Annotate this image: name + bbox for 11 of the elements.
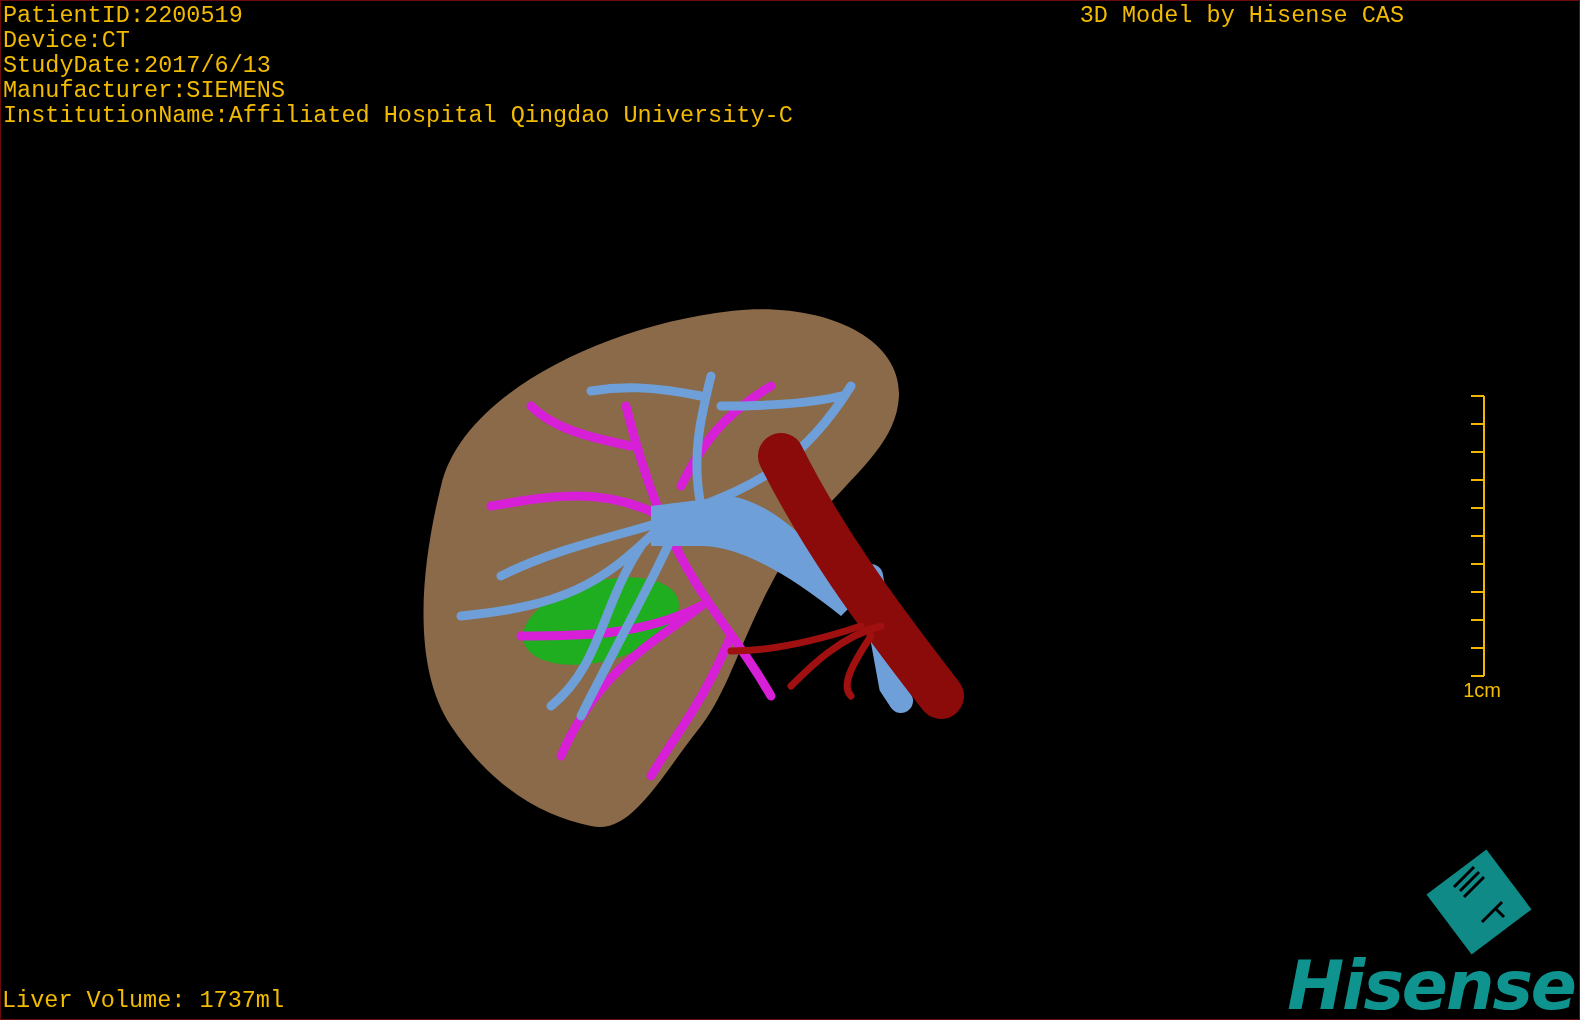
- liver-volume-text: Liver Volume: 1737ml: [1, 988, 285, 1016]
- logo-wordmark: Hisense: [1287, 955, 1576, 1017]
- scale-bar-icon: [1468, 394, 1486, 677]
- logo-diamond-icon: [1424, 847, 1534, 957]
- patient-info-text: InstitutionName:Affiliated Hospital Qingdao University-C: [3, 103, 793, 128]
- header-title: 3D Model by Hisense CAS: [1079, 3, 1404, 28]
- patient-info-text: Manufacturer:SIEMENS: [3, 78, 287, 103]
- patient-info-text: StudyDate:2017/6/13: [3, 53, 272, 78]
- scale-label: 1cm: [1463, 678, 1501, 701]
- patient-info-text: Device:CT: [3, 28, 131, 53]
- patient-info-text: PatientID:2200519: [3, 3, 244, 28]
